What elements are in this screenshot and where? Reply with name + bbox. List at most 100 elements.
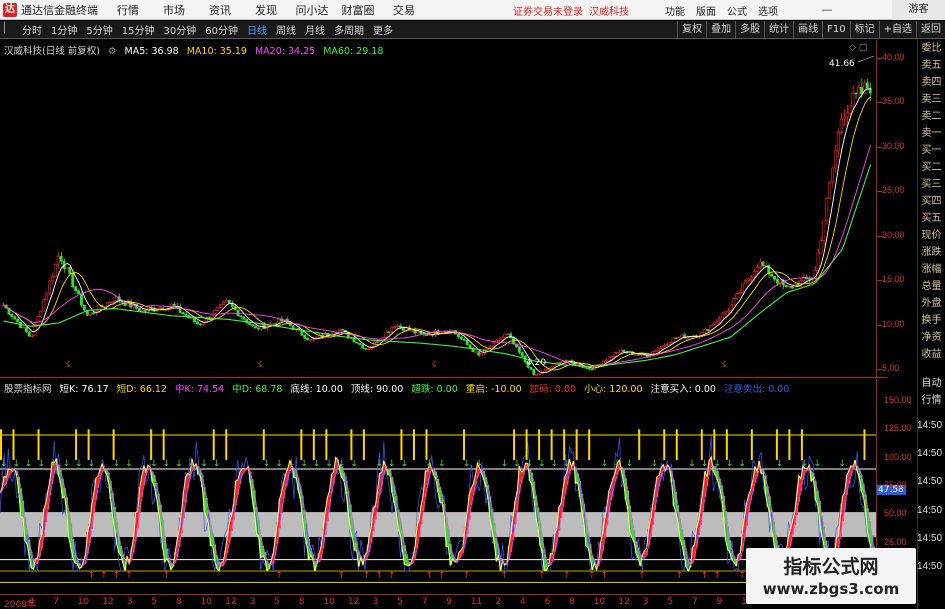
- candle-body: [459, 336, 463, 340]
- candle-body: [477, 351, 481, 356]
- tab-intraday[interactable]: 分时: [22, 22, 42, 37]
- candle-body: [465, 339, 469, 345]
- tab-1min[interactable]: 1分钟: [51, 22, 77, 37]
- side-panel-item[interactable]: 涨跌: [918, 244, 945, 261]
- candle-body: [842, 116, 846, 120]
- side-panel-item[interactable]: 自动: [918, 375, 945, 392]
- candle-body: [201, 322, 205, 326]
- candle-body: [219, 304, 223, 308]
- side-panel-item[interactable]: 行情: [918, 392, 945, 409]
- candle-body: [80, 293, 83, 306]
- tab-60min[interactable]: 60分钟: [205, 22, 238, 37]
- stats-button[interactable]: 统计: [764, 21, 793, 39]
- candle-body: [227, 300, 231, 304]
- side-panel-item[interactable]: 买三: [918, 176, 945, 193]
- menu-news[interactable]: 资讯: [197, 2, 243, 18]
- side-panel-item[interactable]: 净资: [918, 329, 945, 346]
- right-menu: 功能 版面 公式 选项: [665, 0, 789, 20]
- minimize-icon[interactable]: —: [820, 3, 834, 17]
- caution-spike: [75, 429, 78, 460]
- period-toolbar: ▏ 分时 1分钟 5分钟 15分钟 30分钟 60分钟 日线 周线 月线 多周期…: [0, 21, 945, 39]
- add-watchlist-button[interactable]: +自选: [878, 21, 916, 39]
- tab-more[interactable]: 更多: [373, 22, 393, 37]
- app-name: 通达信金融终端: [21, 3, 98, 17]
- draw-button[interactable]: 画线: [793, 21, 822, 39]
- adjust-button[interactable]: 复权: [677, 21, 706, 39]
- side-panel-item[interactable]: 卖一: [918, 125, 945, 142]
- tab-30min[interactable]: 30分钟: [163, 22, 196, 37]
- side-panel-item[interactable]: 总量: [918, 278, 945, 295]
- menu-formula[interactable]: 公式: [727, 3, 747, 18]
- time-axis-label: 3: [372, 597, 379, 607]
- tab-5min[interactable]: 5分钟: [86, 22, 112, 37]
- menu-discover[interactable]: 发现: [243, 2, 289, 18]
- tab-daily[interactable]: 日线: [247, 22, 267, 37]
- side-panel-item[interactable]: 收益: [918, 346, 945, 363]
- f10-button[interactable]: F10: [822, 21, 849, 39]
- sub-right-time-label: 14:50: [917, 419, 943, 431]
- mark-button[interactable]: 标记: [849, 21, 879, 39]
- side-panel-item[interactable]: 卖二: [918, 108, 945, 125]
- tab-weekly[interactable]: 周线: [276, 22, 296, 37]
- sell-arrow-icon: ↓: [701, 459, 709, 469]
- buy-arrow-icon: ↑: [425, 571, 433, 581]
- sell-arrow-icon: ↓: [63, 459, 71, 469]
- menu-function[interactable]: 功能: [665, 3, 685, 18]
- candle-body: [607, 356, 611, 361]
- time-axis-label: 12: [225, 597, 237, 607]
- menu-exchange[interactable]: 市场: [151, 2, 197, 18]
- menu-wealth[interactable]: 财富圈: [335, 2, 381, 18]
- side-panel-item[interactable]: 买四: [918, 193, 945, 210]
- tab-15min[interactable]: 15分钟: [122, 22, 155, 37]
- side-panel-item[interactable]: 现价: [918, 227, 945, 244]
- side-panel-item[interactable]: 换手: [918, 312, 945, 329]
- candle-body: [42, 299, 46, 312]
- candle-body: [703, 329, 707, 333]
- caution-spike: [300, 429, 303, 460]
- candle-body: [831, 167, 835, 183]
- candle-body: [355, 341, 359, 344]
- time-axis-label: 3: [249, 597, 256, 607]
- menu-layout[interactable]: 版面: [696, 3, 716, 18]
- tab-multi-period[interactable]: 多周期: [334, 22, 364, 37]
- candle-body: [193, 317, 196, 323]
- overlay-button[interactable]: 叠加: [706, 21, 735, 39]
- side-panel-item[interactable]: 买一: [918, 142, 945, 159]
- main-y-tick: [877, 146, 882, 148]
- candle-body: [216, 307, 220, 311]
- menu-market[interactable]: 行情: [105, 2, 151, 18]
- login-notice[interactable]: 证券交易未登录: [513, 3, 583, 18]
- back-button[interactable]: 返回: [916, 21, 945, 39]
- expand-icon[interactable]: ◇ ▢: [849, 43, 867, 53]
- side-panel-item[interactable]: 外盘: [918, 295, 945, 312]
- side-panel-item[interactable]: 买五: [918, 210, 945, 227]
- event-marker: ś: [258, 359, 262, 369]
- side-panel-item[interactable]: 卖四: [918, 74, 945, 91]
- menu-options[interactable]: 选项: [758, 3, 778, 18]
- side-panel-item[interactable]: 买二: [918, 159, 945, 176]
- tab-monthly[interactable]: 月线: [305, 22, 325, 37]
- guest-button[interactable]: 游客: [892, 0, 945, 20]
- price-chart-svg[interactable]: śśśśś: [0, 40, 876, 378]
- side-panel-item[interactable]: 涨幅: [918, 261, 945, 278]
- candle-body: [242, 316, 246, 320]
- candle-body: [398, 325, 402, 328]
- sub-y-tick-label: 100.00: [884, 451, 912, 462]
- menu-trade[interactable]: 交易: [381, 2, 427, 18]
- menu-ask[interactable]: 问小达: [289, 2, 335, 18]
- sell-arrow-icon: ↓: [738, 459, 746, 469]
- sell-arrow-icon: ↓: [801, 459, 809, 469]
- indicator-chart-svg[interactable]: ↓ ↓ ↓ ↓ ↓ ↓ ↓ ↓ ↑ ↑ ↓ ↑ ↓ ↑ ↓ ↓ ↑ ↓ ↓ ↓ ↓ ↓ ↓ ↑ ↓ ↓ ↓ ↓ ↓ ↑ ↓ ↑ ↓ ↑ ↓ ↑ ↓ ↓ ↑ ↓…: [0, 379, 876, 593]
- candle-body: [30, 335, 34, 337]
- collapse-icon[interactable]: ▏: [4, 23, 12, 34]
- side-panel-item[interactable]: 卖五: [918, 57, 945, 74]
- main-chart[interactable]: ś ś ś ś ś 汉威科技(日线 前复权) ⚙ MA5: 36.98 MA10: 35…: [0, 40, 888, 378]
- side-panel-item[interactable]: 卖三: [918, 91, 945, 108]
- candle-body: [488, 346, 492, 349]
- sell-arrow-icon: ↓: [501, 459, 509, 469]
- side-panel-item[interactable]: 委比: [918, 40, 945, 57]
- candle-body: [59, 255, 63, 262]
- multi-stock-button[interactable]: 多股: [735, 21, 764, 39]
- main-y-tick-label: 15.00: [882, 274, 905, 285]
- settings-icon[interactable]: ⚙: [108, 46, 117, 57]
